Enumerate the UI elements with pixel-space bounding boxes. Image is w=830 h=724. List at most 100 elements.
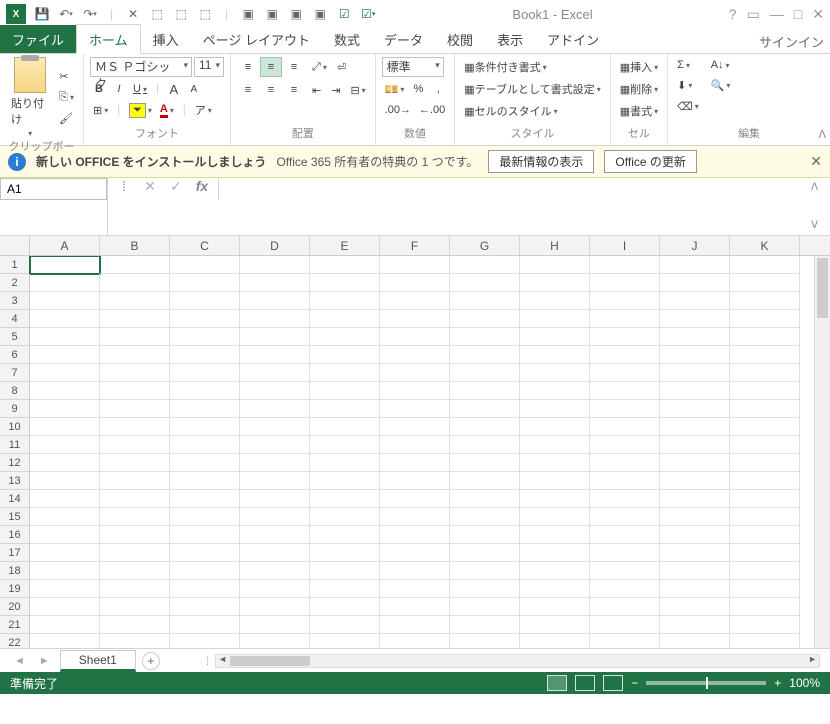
cell[interactable] [660,616,730,634]
cell[interactable] [310,490,380,508]
column-header[interactable]: H [520,236,590,255]
cell[interactable] [240,490,310,508]
cell[interactable] [660,310,730,328]
cell[interactable] [30,328,100,346]
cell[interactable] [660,346,730,364]
number-format-select[interactable]: 標準 [382,57,444,77]
whats-new-button[interactable]: 最新情報の表示 [488,150,594,173]
cell[interactable] [730,526,800,544]
cell[interactable] [590,256,660,274]
cell[interactable] [100,562,170,580]
row-header[interactable]: 10 [0,418,30,436]
cell[interactable] [240,472,310,490]
cell[interactable] [590,292,660,310]
cell[interactable] [450,472,520,490]
cell[interactable] [590,310,660,328]
row-header[interactable]: 9 [0,400,30,418]
cell[interactable] [310,328,380,346]
cell[interactable] [520,400,590,418]
tab-pagelayout[interactable]: ページ レイアウト [191,25,322,53]
cell[interactable] [730,418,800,436]
cell[interactable] [240,292,310,310]
cell[interactable] [380,526,450,544]
help-icon[interactable]: ? [729,6,737,23]
cell[interactable] [520,382,590,400]
cell[interactable] [310,274,380,292]
cell[interactable] [730,616,800,634]
cell[interactable] [310,418,380,436]
cell[interactable] [590,634,660,648]
cell[interactable] [170,364,240,382]
cell[interactable] [100,364,170,382]
qat-icon-6[interactable]: ▣ [264,6,280,22]
border-button[interactable]: ⊞▾ [90,101,111,119]
row-header[interactable]: 22 [0,634,30,648]
cell[interactable] [380,508,450,526]
cell[interactable] [240,400,310,418]
cell[interactable] [520,598,590,616]
decrease-decimal-icon[interactable]: ←.00 [416,101,448,119]
select-all-corner[interactable] [0,236,30,255]
cell[interactable] [380,490,450,508]
cell[interactable] [660,598,730,616]
cell[interactable] [660,418,730,436]
cell[interactable] [520,490,590,508]
cell[interactable] [30,256,100,274]
cell[interactable] [660,292,730,310]
zoom-in-icon[interactable]: + [774,676,781,690]
cell[interactable] [170,526,240,544]
column-header[interactable]: I [590,236,660,255]
cell[interactable] [450,328,520,346]
cell[interactable] [30,454,100,472]
tab-formulas[interactable]: 数式 [322,25,372,53]
cell[interactable] [660,634,730,648]
cell[interactable] [100,346,170,364]
cell[interactable] [520,364,590,382]
cell[interactable] [450,634,520,648]
cell[interactable] [520,562,590,580]
cell[interactable] [170,418,240,436]
cell[interactable] [170,274,240,292]
cell[interactable] [520,274,590,292]
dots-icon[interactable]: ⁞ [114,178,134,194]
cell[interactable] [520,418,590,436]
tab-insert[interactable]: 挿入 [141,25,191,53]
cell[interactable] [170,508,240,526]
cell[interactable] [170,634,240,648]
row-header[interactable]: 19 [0,580,30,598]
align-left-icon[interactable]: ≡ [237,80,259,100]
cell[interactable] [310,364,380,382]
cell[interactable] [100,400,170,418]
cell[interactable] [730,472,800,490]
cell[interactable] [660,454,730,472]
cell[interactable] [450,598,520,616]
cell[interactable] [450,382,520,400]
cell[interactable] [590,454,660,472]
format-cells-button[interactable]: ▦ 書式 ▾ [617,101,661,121]
cell[interactable] [170,562,240,580]
cell[interactable] [310,472,380,490]
formula-input[interactable] [219,178,830,235]
cell[interactable] [30,436,100,454]
cell[interactable] [240,544,310,562]
cell[interactable] [660,436,730,454]
cell[interactable] [170,346,240,364]
align-bottom-icon[interactable]: ≡ [283,57,305,77]
fill-color-button[interactable]: ⏷▾ [126,101,155,119]
cell[interactable] [30,472,100,490]
cell[interactable] [450,274,520,292]
increase-decimal-icon[interactable]: .00→ [382,101,414,119]
cell[interactable] [240,328,310,346]
cell[interactable] [590,346,660,364]
cell[interactable] [380,364,450,382]
cell[interactable] [450,256,520,274]
cell[interactable] [660,328,730,346]
cell[interactable] [520,454,590,472]
insert-cells-button[interactable]: ▦ 挿入 ▾ [617,57,661,77]
cell[interactable] [30,490,100,508]
cell[interactable] [100,454,170,472]
row-header[interactable]: 4 [0,310,30,328]
italic-button[interactable]: I [110,80,128,98]
cell[interactable] [660,400,730,418]
qat-icon-5[interactable]: ▣ [240,6,256,22]
